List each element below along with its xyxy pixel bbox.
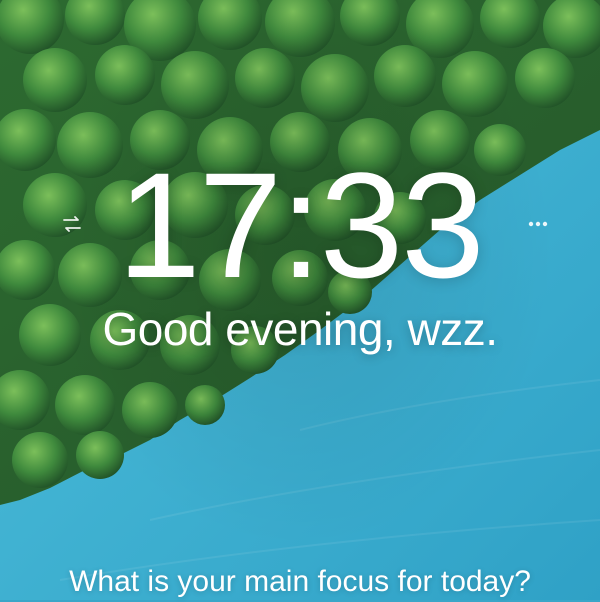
swap-arrows-icon[interactable] xyxy=(60,212,84,236)
greeting-text[interactable]: Good evening, wzz. xyxy=(102,302,498,356)
clock-row: 17:33 xyxy=(0,150,600,300)
clock-time[interactable]: 17:33 xyxy=(117,150,484,300)
main-center: 17:33 Good evening, wzz. xyxy=(0,150,600,356)
more-dots-icon[interactable] xyxy=(524,212,552,236)
focus-question: What is your main focus for today? xyxy=(69,565,531,598)
